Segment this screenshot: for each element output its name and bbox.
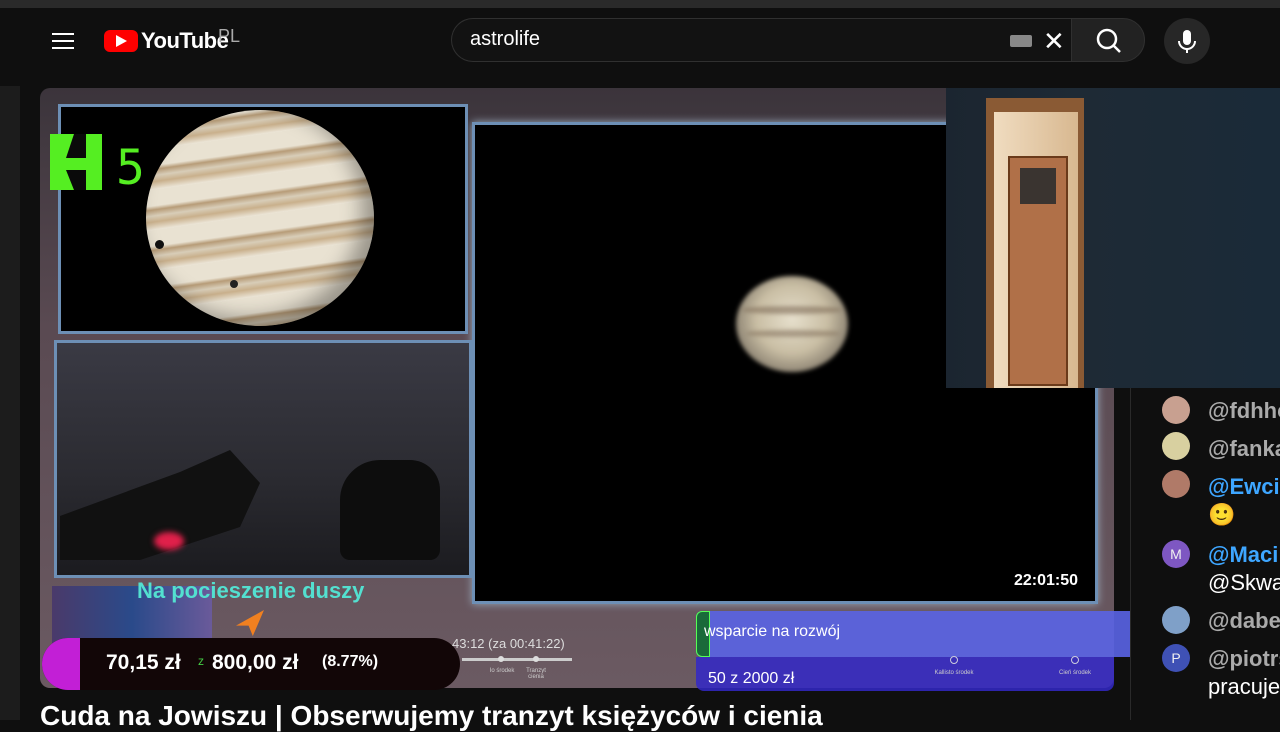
goal-percent: (8.77%) [322,653,379,670]
window-edge [0,0,20,720]
menu-icon[interactable] [50,28,78,54]
donation-title: wsparcie na rozwój [704,623,841,640]
overlay-title: Na pocieszenie duszy [137,578,365,603]
goal-separator: z [198,654,204,668]
avatar[interactable] [1162,470,1190,498]
chat-author[interactable]: @fanka [1208,436,1280,462]
chat-message: @Skwa [1208,570,1280,595]
telescope-silhouette [340,460,440,560]
chat-author[interactable]: @Maci [1208,542,1278,568]
chat-message: pracuje [1208,674,1280,699]
timeline-label: Tranzyt cienia [526,668,546,680]
transit-countdown: 43:12 (za 00:41:22) [452,636,565,651]
transit-timeline [462,658,572,661]
moon-shadow [155,240,164,249]
clear-icon[interactable]: ✕ [1043,26,1065,57]
timeline-label: Cień środek [1058,670,1091,676]
goal-current: 70,15 zł [106,651,181,674]
play-icon [116,35,127,47]
jupiter-band [742,306,842,314]
jupiter-closeup [146,110,374,326]
timeline-label: Io środek [489,668,515,674]
country-code: PL [218,26,241,46]
avatar[interactable] [1162,606,1190,634]
moon-transit [230,280,238,288]
avatar[interactable]: P [1162,644,1190,672]
chat-author[interactable]: @Ewcia [1208,474,1280,500]
stream-clock: 22:01:50 [1014,572,1079,589]
chat-author[interactable]: @piotrs [1208,646,1280,672]
timeline-marker [950,656,958,664]
search-input[interactable] [451,18,1071,62]
avatar[interactable] [1162,396,1190,424]
search-value: astrolife [470,28,541,50]
timeline-marker [498,656,504,662]
mic-icon [1178,30,1196,53]
red-light [154,532,184,550]
video-title: Cuda na Jowiszu | Obserwujemy tranzyt ks… [40,700,823,731]
window-top-edge [0,0,1280,8]
avatar[interactable] [1162,432,1190,460]
timeline-marker [533,656,539,662]
logo-text[interactable]: YouTube [141,28,229,54]
jupiter-band [746,330,840,337]
channel-logo-number: 5 [116,140,145,196]
chat-author[interactable]: @fdhhc [1208,398,1280,424]
keyboard-icon[interactable] [1010,35,1032,47]
chat-author[interactable]: @dabe [1208,608,1280,634]
search-icon [1096,28,1121,53]
timeline-label: Kallisto środek [934,670,974,676]
chat-message: 🙂 [1208,502,1236,527]
voice-search-button[interactable] [1164,18,1210,64]
donation-amount: 50 z 2000 zł [708,670,795,687]
timeline-marker [1071,656,1079,664]
search-button[interactable] [1071,18,1145,62]
goal-target: 800,00 zł [212,651,299,674]
avatar[interactable]: M [1162,540,1190,568]
jupiter-image [736,276,848,372]
door-window [1020,168,1056,204]
